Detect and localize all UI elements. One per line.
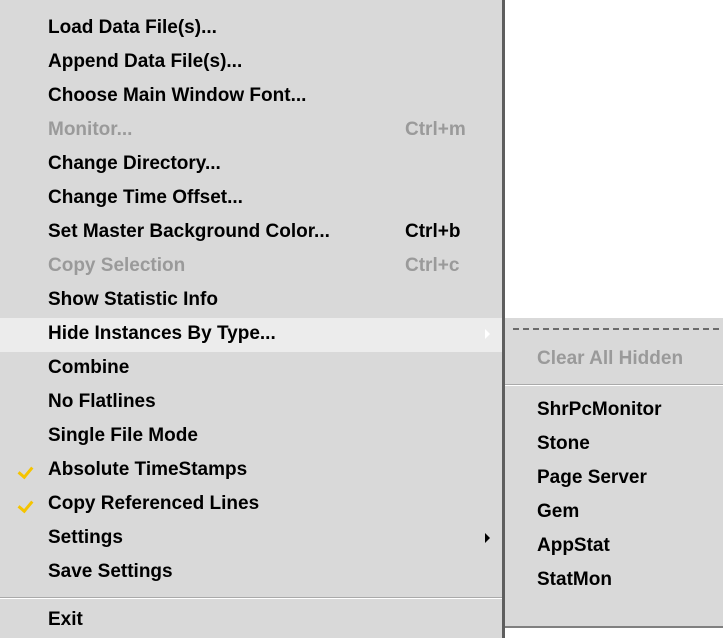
menu-item-label: Copy Selection bbox=[48, 255, 186, 276]
menu-item-label: Show Statistic Info bbox=[48, 289, 218, 310]
menu-item-label: Change Directory... bbox=[48, 153, 221, 174]
menu-item-label: Set Master Background Color... bbox=[48, 221, 330, 242]
menu-item-settings[interactable]: Settings bbox=[0, 522, 502, 556]
menu-item-no-flatlines[interactable]: No Flatlines bbox=[0, 386, 502, 420]
menu-item-label: Hide Instances By Type... bbox=[48, 323, 276, 344]
menu-item-shortcut: Ctrl+c bbox=[405, 255, 460, 276]
submenu-item-gem[interactable]: Gem bbox=[505, 496, 723, 530]
menu-separator bbox=[0, 597, 502, 599]
checkmark-icon bbox=[17, 496, 34, 514]
menu-item-change-time-offset[interactable]: Change Time Offset... bbox=[0, 182, 502, 216]
tearoff-line[interactable] bbox=[513, 328, 719, 330]
menu-item-exit[interactable]: Exit bbox=[0, 604, 502, 638]
menu-item-label: Combine bbox=[48, 357, 130, 378]
menu-item-label: Exit bbox=[48, 609, 83, 630]
menu-item-label: No Flatlines bbox=[48, 391, 156, 412]
submenu-item-page-server[interactable]: Page Server bbox=[505, 462, 723, 496]
main-menu: Load Data File(s)... Append Data File(s)… bbox=[0, 0, 505, 638]
menu-item-append-data-files[interactable]: Append Data File(s)... bbox=[0, 46, 502, 80]
submenu-item-shrpcmonitor[interactable]: ShrPcMonitor bbox=[505, 394, 723, 428]
menu-item-choose-main-window-font[interactable]: Choose Main Window Font... bbox=[0, 80, 502, 114]
menu-item-label: Save Settings bbox=[48, 561, 173, 582]
menu-item-label: Choose Main Window Font... bbox=[48, 85, 307, 106]
submenu-separator bbox=[505, 384, 723, 386]
submenu-item-label: Clear All Hidden bbox=[537, 348, 684, 369]
menu-item-label: Monitor... bbox=[48, 119, 133, 140]
menu-item-copy-selection: Copy Selection Ctrl+c bbox=[0, 250, 502, 284]
submenu-item-label: ShrPcMonitor bbox=[537, 399, 662, 420]
menu-item-label: Single File Mode bbox=[48, 425, 198, 446]
submenu-arrow-icon bbox=[485, 329, 490, 339]
submenu-item-clear-all-hidden: Clear All Hidden bbox=[505, 343, 723, 377]
submenu-item-label: AppStat bbox=[537, 535, 610, 556]
submenu-item-statmon[interactable]: StatMon bbox=[505, 564, 723, 598]
checkmark-icon bbox=[17, 462, 34, 480]
submenu-item-label: Page Server bbox=[537, 467, 647, 488]
menu-item-show-statistic-info[interactable]: Show Statistic Info bbox=[0, 284, 502, 318]
menu-item-set-master-background-color[interactable]: Set Master Background Color... Ctrl+b bbox=[0, 216, 502, 250]
submenu-arrow-icon bbox=[485, 533, 490, 543]
menu-item-label: Append Data File(s)... bbox=[48, 51, 243, 72]
menu-item-save-settings[interactable]: Save Settings bbox=[0, 556, 502, 590]
menu-item-combine[interactable]: Combine bbox=[0, 352, 502, 386]
submenu-item-label: Stone bbox=[537, 433, 590, 454]
menu-item-single-file-mode[interactable]: Single File Mode bbox=[0, 420, 502, 454]
menu-item-absolute-timestamps[interactable]: Absolute TimeStamps bbox=[0, 454, 502, 488]
menu-item-copy-referenced-lines[interactable]: Copy Referenced Lines bbox=[0, 488, 502, 522]
menu-item-load-data-files[interactable]: Load Data File(s)... bbox=[0, 12, 502, 46]
menu-item-shortcut: Ctrl+m bbox=[405, 119, 466, 140]
menu-item-label: Settings bbox=[48, 527, 123, 548]
menu-item-monitor: Monitor... Ctrl+m bbox=[0, 114, 502, 148]
menu-item-label: Absolute TimeStamps bbox=[48, 459, 248, 480]
hide-instances-submenu: Clear All Hidden ShrPcMonitor Stone Page… bbox=[505, 318, 723, 628]
menu-item-label: Load Data File(s)... bbox=[48, 17, 217, 38]
menu-item-change-directory[interactable]: Change Directory... bbox=[0, 148, 502, 182]
menu-item-label: Copy Referenced Lines bbox=[48, 493, 260, 514]
menu-item-label: Change Time Offset... bbox=[48, 187, 243, 208]
menu-item-hide-instances-by-type[interactable]: Hide Instances By Type... bbox=[0, 318, 502, 352]
submenu-item-stone[interactable]: Stone bbox=[505, 428, 723, 462]
submenu-item-appstat[interactable]: AppStat bbox=[505, 530, 723, 564]
submenu-item-label: StatMon bbox=[537, 569, 612, 590]
submenu-item-label: Gem bbox=[537, 501, 580, 522]
menu-item-shortcut: Ctrl+b bbox=[405, 221, 461, 242]
